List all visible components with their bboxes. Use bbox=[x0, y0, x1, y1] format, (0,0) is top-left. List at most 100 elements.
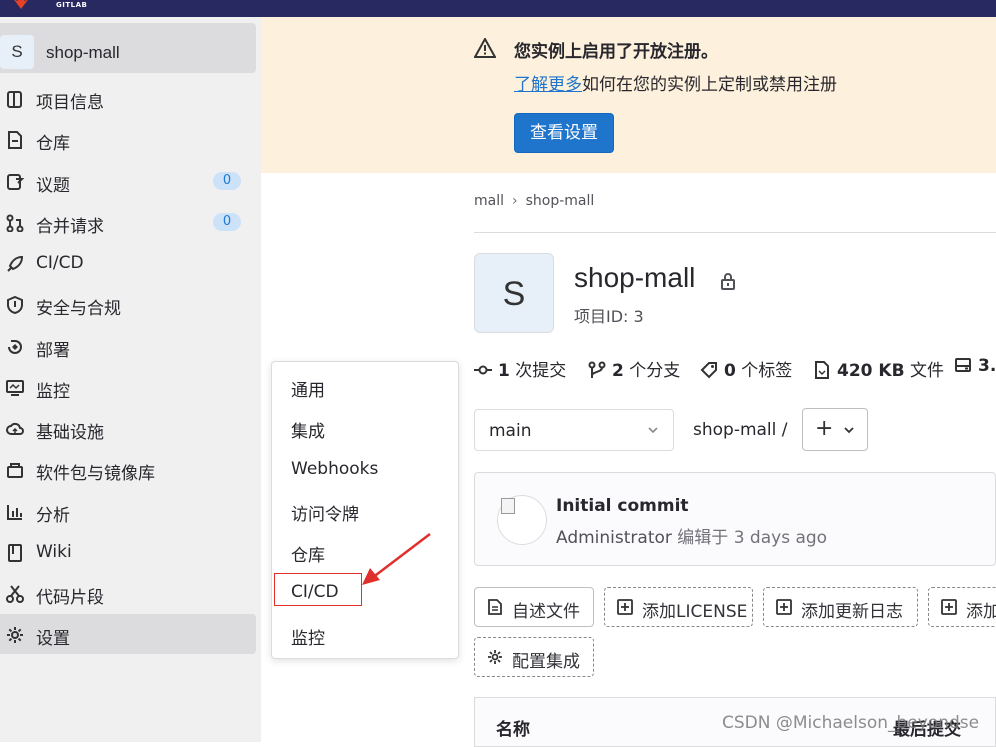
add-contribution-label: 添加 bbox=[966, 602, 996, 622]
sidebar: S shop-mall 项目信息 仓库 议题 0 合并请求 0 CI/CD 安全… bbox=[0, 17, 261, 742]
sidebar-item-label: 代码片段 bbox=[36, 588, 104, 608]
plus-square-icon bbox=[941, 599, 957, 615]
sidebar-item-label: 合并请求 bbox=[36, 217, 104, 237]
breadcrumb-parent[interactable]: mall bbox=[474, 193, 504, 209]
sidebar-item-packages[interactable]: 软件包与镜像库 bbox=[0, 449, 256, 489]
configure-integrations-button[interactable]: 配置集成 bbox=[474, 637, 594, 677]
readme-button[interactable]: 自述文件 bbox=[474, 587, 594, 627]
broken-image-icon bbox=[501, 498, 515, 514]
flyout-item-label: 访问令牌 bbox=[291, 505, 359, 525]
add-changelog-label: 添加更新日志 bbox=[801, 602, 903, 622]
sidebar-item-snippets[interactable]: 代码片段 bbox=[0, 573, 256, 613]
sidebar-item-label: Wiki bbox=[36, 542, 72, 562]
project-id: 项目ID: 3 bbox=[574, 307, 644, 326]
flyout-item-label: 通用 bbox=[291, 381, 325, 401]
top-bar: GITLAB bbox=[0, 0, 996, 17]
sidebar-item-settings[interactable]: 设置 bbox=[0, 614, 256, 654]
flyout-item-label: Webhooks bbox=[291, 459, 379, 479]
sidebar-item-ci-cd[interactable]: CI/CD bbox=[0, 243, 256, 283]
stat-label: 个分支 bbox=[629, 361, 681, 381]
flyout-item-monitor[interactable]: 监控 bbox=[272, 615, 458, 656]
add-contribution-button[interactable]: 添加 bbox=[928, 587, 996, 627]
flyout-item-integrations[interactable]: 集成 bbox=[272, 408, 458, 449]
merge-requests-count-badge: 0 bbox=[213, 213, 241, 231]
branch-dropdown[interactable]: main bbox=[474, 409, 674, 451]
info-icon bbox=[7, 91, 22, 108]
stat-label: 个标签 bbox=[741, 361, 793, 381]
doc-icon bbox=[8, 131, 22, 149]
learn-more-link[interactable]: 了解更多 bbox=[514, 75, 582, 95]
commit-author[interactable]: Administrator bbox=[556, 528, 672, 548]
flyout-item-access-tokens[interactable]: 访问令牌 bbox=[272, 491, 458, 532]
sidebar-item-monitor[interactable]: 监控 bbox=[0, 367, 256, 407]
add-file-dropdown-button[interactable]: + bbox=[802, 408, 868, 451]
sidebar-item-wiki[interactable]: Wiki bbox=[0, 532, 256, 572]
sidebar-project-header[interactable]: S shop-mall bbox=[0, 23, 256, 73]
lock-icon bbox=[721, 273, 735, 290]
stat-label: 文件 bbox=[909, 361, 944, 381]
sidebar-item-analytics[interactable]: 分析 bbox=[0, 491, 256, 531]
repo-path: shop-mall / bbox=[693, 420, 788, 440]
sidebar-item-label: 基础设施 bbox=[36, 423, 104, 443]
add-license-button[interactable]: 添加LICENSE bbox=[604, 587, 753, 627]
sidebar-item-label: 仓库 bbox=[36, 134, 70, 154]
gitlab-logo-icon[interactable] bbox=[12, 0, 30, 9]
stat-value: 2 bbox=[612, 361, 624, 381]
gear-icon bbox=[488, 650, 502, 664]
watermark: CSDN @Michaelson_beyondse bbox=[722, 713, 980, 733]
issues-icon bbox=[7, 174, 24, 190]
cloud-icon bbox=[6, 422, 24, 435]
sidebar-item-label: 监控 bbox=[36, 382, 70, 402]
sidebar-item-security[interactable]: 安全与合规 bbox=[0, 284, 256, 324]
breadcrumb-current[interactable]: shop-mall bbox=[526, 193, 595, 209]
stat-storage[interactable]: 3.7 bbox=[954, 356, 996, 376]
doc-icon bbox=[488, 599, 502, 615]
readme-button-label: 自述文件 bbox=[512, 602, 580, 622]
flyout-item-webhooks[interactable]: Webhooks bbox=[272, 450, 458, 491]
monitor-icon bbox=[6, 380, 24, 396]
stat-branches[interactable]: 2 个分支 bbox=[588, 356, 680, 381]
chevron-down-icon bbox=[648, 427, 658, 434]
plus-icon: + bbox=[815, 416, 834, 441]
stat-value: 3.7 bbox=[978, 356, 996, 376]
snippet-icon bbox=[6, 585, 24, 603]
sidebar-item-label: 软件包与镜像库 bbox=[36, 464, 155, 484]
stat-value: 420 KB bbox=[837, 361, 905, 381]
alert-body: 了解更多如何在您的实例上定制或禁用注册 bbox=[514, 70, 837, 95]
sidebar-item-label: 分析 bbox=[36, 506, 70, 526]
breadcrumb-separator: › bbox=[512, 193, 518, 209]
avatar[interactable] bbox=[497, 495, 547, 545]
last-commit-panel: Initial commit Administrator 编辑于 3 days … bbox=[474, 472, 996, 566]
sidebar-item-infrastructure[interactable]: 基础设施 bbox=[0, 408, 256, 448]
flyout-item-general[interactable]: 通用 bbox=[272, 367, 458, 408]
repo-path-root[interactable]: shop-mall bbox=[693, 420, 776, 440]
view-settings-button[interactable]: 查看设置 bbox=[514, 113, 614, 153]
sidebar-item-project-info[interactable]: 项目信息 bbox=[0, 78, 256, 118]
commit-message[interactable]: Initial commit bbox=[556, 496, 689, 516]
settings-flyout-menu: 通用 集成 Webhooks 访问令牌 仓库 CI/CD 监控 bbox=[271, 361, 459, 659]
flyout-item-label: 监控 bbox=[291, 629, 325, 649]
breadcrumb: mall › shop-mall bbox=[474, 193, 594, 209]
sidebar-item-merge-requests[interactable]: 合并请求 0 bbox=[0, 202, 256, 242]
add-changelog-button[interactable]: 添加更新日志 bbox=[763, 587, 918, 627]
stat-tags[interactable]: 0 个标签 bbox=[700, 356, 792, 381]
alert-title: 您实例上启用了开放注册。 bbox=[514, 42, 718, 62]
sidebar-item-label: 设置 bbox=[36, 629, 70, 649]
commit-action: 编辑于 bbox=[677, 528, 729, 548]
stat-files[interactable]: 420 KB 文件 bbox=[813, 356, 944, 381]
sidebar-item-issues[interactable]: 议题 0 bbox=[0, 161, 256, 201]
commit-meta: Administrator 编辑于 3 days ago bbox=[556, 523, 827, 548]
column-name: 名称 bbox=[496, 720, 530, 740]
file-icon bbox=[815, 361, 829, 379]
annotation-highlight-box bbox=[274, 573, 362, 606]
flyout-item-label: 集成 bbox=[291, 422, 325, 442]
chevron-down-icon bbox=[844, 427, 854, 434]
plus-square-icon bbox=[617, 599, 633, 615]
sidebar-item-deployments[interactable]: 部署 bbox=[0, 326, 256, 366]
project-avatar-large: S bbox=[474, 253, 554, 333]
sidebar-item-repository[interactable]: 仓库 bbox=[0, 119, 256, 159]
tag-icon bbox=[700, 362, 717, 379]
logo-text: GITLAB bbox=[56, 1, 88, 9]
stat-commits[interactable]: 1 次提交 bbox=[474, 356, 566, 381]
book-icon bbox=[8, 544, 22, 562]
